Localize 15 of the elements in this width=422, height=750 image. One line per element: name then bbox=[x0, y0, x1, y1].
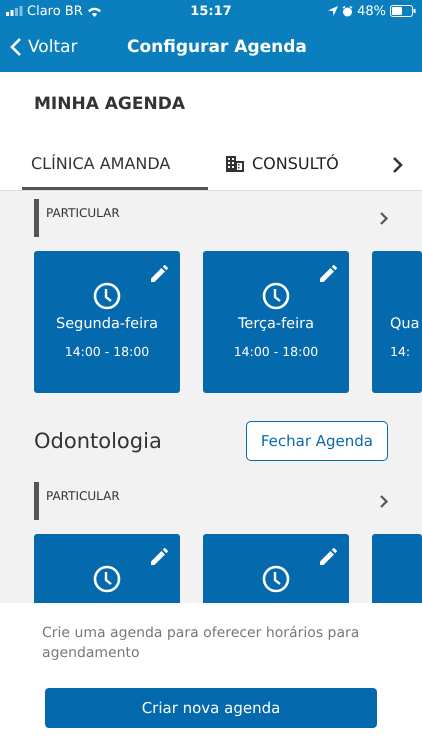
time-range: 14: bbox=[390, 344, 410, 359]
screen-title: Configurar Agenda bbox=[127, 37, 307, 57]
weekday-label: Qua bbox=[390, 316, 420, 332]
category-label: PARTICULAR bbox=[46, 205, 120, 220]
time-range: 14:00 - 18:00 bbox=[64, 344, 150, 359]
status-time: 15:17 bbox=[190, 4, 232, 18]
weekday-label: Terça-feira bbox=[238, 316, 314, 332]
info-message: Crie uma agenda para oferecer horários para agendamento bbox=[42, 624, 360, 663]
section-heading: MINHA AGENDA bbox=[33, 94, 186, 116]
battery-percent: 48% bbox=[357, 4, 386, 18]
weekday-label: Segunda-feira bbox=[56, 316, 158, 332]
specialty-title: Odontologia bbox=[34, 429, 162, 453]
time-range: 14:00 - 18:00 bbox=[234, 344, 318, 359]
category-label: PARTICULAR bbox=[46, 488, 120, 503]
carrier-name: Claro BR bbox=[27, 4, 83, 18]
